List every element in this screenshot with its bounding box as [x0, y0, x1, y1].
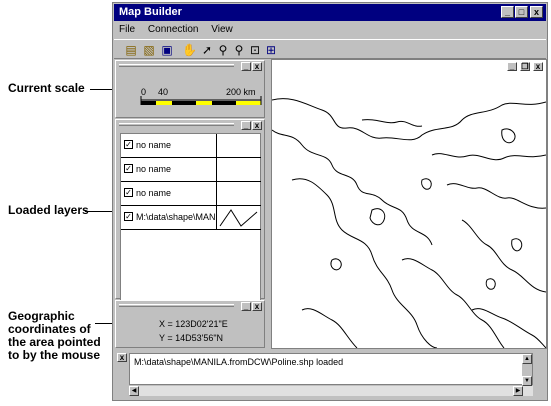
status-message: M:\data\shape\MANILA.fromDCW\Poline.shp …	[134, 357, 344, 367]
panel-grip[interactable]	[119, 304, 234, 307]
layer-visibility-checkbox[interactable]: ✓	[124, 140, 133, 149]
coordinates-panel: _ x X = 123D02'21"E Y = 14D53'56"N	[115, 300, 265, 348]
callout-geographic-coordinates: Geographic coordinates of the area point…	[8, 310, 101, 362]
title-bar[interactable]: Map Builder _ □ x	[114, 4, 546, 21]
coordinates-panel-header[interactable]: _ x	[116, 301, 264, 312]
menu-file[interactable]: File	[114, 23, 140, 35]
layer-name: no name	[136, 188, 172, 198]
panel-grip[interactable]	[119, 123, 234, 126]
layer-list: ✓ no name ✓ no name ✓ no name ✓ M:\data\…	[120, 133, 261, 303]
menu-bar: File Connection View	[114, 23, 546, 38]
callout-loaded-layers: Loaded layers	[8, 203, 89, 217]
panel-grip[interactable]	[119, 64, 234, 67]
coordinates-panel-minimize-button[interactable]: _	[241, 302, 251, 311]
layers-panel: _ x ✓ no name ✓ no name ✓ no name ✓ M:\d…	[115, 119, 265, 303]
message-bar-close-button[interactable]: x	[117, 353, 127, 362]
hand-pan-icon[interactable]: ✋	[182, 43, 197, 57]
layer-preview	[216, 206, 261, 230]
message-log[interactable]: M:\data\shape\MANILA.fromDCW\Poline.shp …	[129, 353, 533, 386]
layers-panel-header[interactable]: _ x	[116, 120, 264, 131]
layer-row[interactable]: ✓ M:\data\shape\MANIL	[121, 206, 261, 230]
menu-connection[interactable]: Connection	[143, 23, 204, 35]
zoom-window-icon[interactable]: ⊡	[248, 43, 262, 57]
scale-panel-minimize-button[interactable]: _	[241, 62, 251, 71]
callout-coords-leader	[95, 323, 112, 324]
scale-panel-close-button[interactable]: x	[252, 62, 262, 71]
minimize-button[interactable]: _	[501, 6, 514, 18]
scroll-up-arrow-icon[interactable]: ▲	[522, 354, 532, 364]
new-map-icon[interactable]: ▤	[124, 43, 138, 57]
message-bar: x M:\data\shape\MANILA.fromDCW\Poline.sh…	[115, 350, 547, 398]
layers-panel-minimize-button[interactable]: _	[241, 121, 251, 130]
map-coastline-drawing	[272, 98, 546, 348]
layer-visibility-checkbox[interactable]: ✓	[124, 188, 133, 197]
map-view[interactable]: _ ❐ x	[271, 59, 547, 349]
zoom-in-icon[interactable]: ⚲	[216, 43, 230, 57]
scroll-down-arrow-icon[interactable]: ▼	[522, 376, 532, 386]
layer-name: M:\data\shape\MANIL	[136, 212, 216, 222]
coordinate-y: Y = 14D53'56"N	[159, 333, 224, 343]
scroll-right-arrow-icon[interactable]: ▶	[513, 386, 523, 396]
layer-visibility-checkbox[interactable]: ✓	[124, 212, 133, 221]
scale-panel-header[interactable]: _ x	[116, 61, 264, 72]
layer-name: no name	[136, 140, 172, 150]
coordinates-panel-close-button[interactable]: x	[252, 302, 262, 311]
scroll-left-arrow-icon[interactable]: ◀	[129, 386, 139, 396]
scale-bar	[140, 96, 262, 105]
message-vertical-scrollbar[interactable]: ▲ ▼	[522, 354, 532, 386]
zoom-extents-icon[interactable]: ⊞	[264, 43, 278, 57]
layer-row[interactable]: ✓ no name	[121, 158, 261, 182]
toolbar: ▤ ▧ ▣ ✋ ➚ ⚲ ⚲ ⊡ ⊞	[114, 39, 546, 59]
map-builder-window: Map Builder _ □ x File Connection View ▤…	[112, 2, 548, 401]
layer-preview	[216, 134, 261, 158]
layer-preview	[216, 182, 261, 206]
layer-preview	[216, 158, 261, 182]
zoom-out-icon[interactable]: ⚲	[232, 43, 246, 57]
maximize-button[interactable]: □	[515, 6, 528, 18]
callout-current-scale: Current scale	[8, 81, 85, 95]
message-horizontal-scrollbar[interactable]: ◀ ▶	[129, 386, 533, 396]
pointer-icon[interactable]: ➚	[200, 43, 214, 57]
scale-panel: _ x 0 40 200 km	[115, 60, 265, 118]
polyline-preview-icon	[219, 209, 258, 227]
save-icon[interactable]: ▣	[160, 43, 174, 57]
window-title: Map Builder	[119, 6, 182, 18]
layer-name: no name	[136, 164, 172, 174]
layer-visibility-checkbox[interactable]: ✓	[124, 164, 133, 173]
callout-coords-line4: to by the mouse	[8, 348, 101, 362]
layer-row[interactable]: ✓ no name	[121, 134, 261, 158]
menu-view[interactable]: View	[206, 23, 238, 35]
callout-layers-leader	[85, 211, 112, 212]
close-button[interactable]: x	[530, 6, 543, 18]
callout-scale-leader	[90, 89, 112, 90]
layer-row[interactable]: ✓ no name	[121, 182, 261, 206]
open-icon[interactable]: ▧	[142, 43, 156, 57]
layers-panel-close-button[interactable]: x	[252, 121, 262, 130]
coordinate-x: X = 123D02'21"E	[159, 319, 228, 329]
